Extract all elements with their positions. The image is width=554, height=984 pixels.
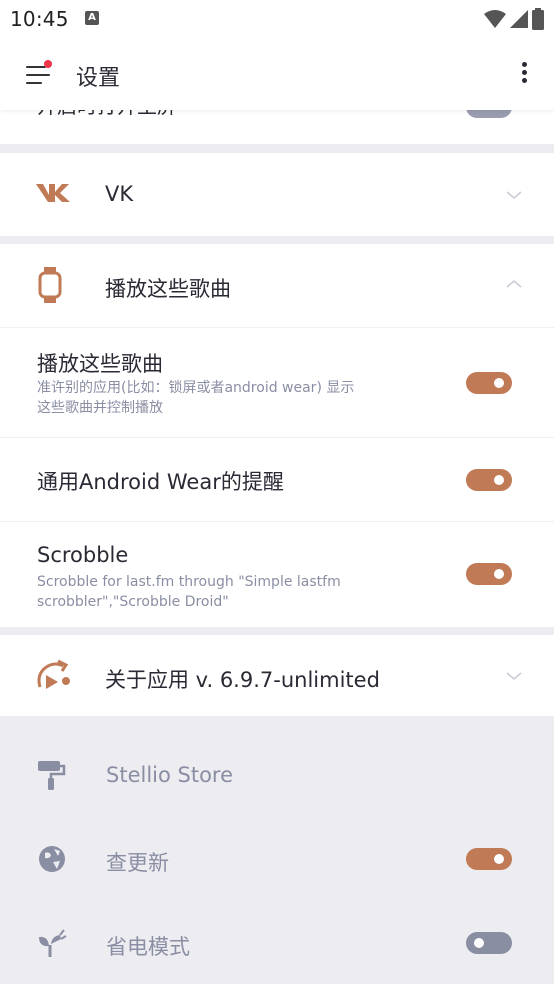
section-play-songs[interactable]: 播放这些歌曲: [0, 244, 554, 327]
list-item-stellio-store[interactable]: Stellio Store: [0, 733, 554, 817]
setting-subtitle: 准许别的应用(比如：锁屏或者android wear) 显示这些歌曲并控制播放: [37, 380, 355, 416]
section-play-songs-label: 播放这些歌曲: [105, 277, 231, 301]
menu-icon[interactable]: [22, 60, 52, 88]
divider: [0, 236, 554, 244]
divider: [0, 627, 554, 635]
setting-title: 通用Android Wear的提醒: [37, 470, 284, 494]
app-bar: 设置: [0, 38, 554, 110]
setting-title: 播放这些歌曲: [37, 352, 163, 376]
list-item-check-updates[interactable]: 查更新: [0, 817, 554, 901]
page-title: 设置: [76, 66, 121, 91]
status-time: 10:45: [10, 7, 69, 31]
chevron-up-icon: [506, 279, 522, 288]
android-wear-toggle[interactable]: [466, 469, 512, 491]
status-bar: 10:45 A: [0, 0, 554, 38]
power-saving-toggle[interactable]: [466, 932, 512, 954]
list-item-label: Stellio Store: [106, 763, 234, 787]
list-item-power-saving[interactable]: 省电模式: [0, 901, 554, 984]
section-about[interactable]: 关于应用 v. 6.9.7-unlimited: [0, 635, 554, 716]
wifi-icon: [484, 10, 506, 28]
eco-plug-icon: [39, 929, 67, 957]
paint-roller-icon: [38, 761, 66, 790]
a-letter-icon: A: [85, 11, 99, 25]
about-items: Stellio Store 查更新 省电模式: [0, 716, 554, 984]
signal-icon: [510, 10, 528, 28]
more-vertical-icon[interactable]: [520, 62, 528, 86]
section-vk[interactable]: VK: [0, 153, 554, 236]
vk-logo-icon: [36, 184, 70, 202]
list-item-label: 查更新: [106, 851, 169, 875]
globe-update-icon: [39, 846, 65, 872]
chevron-down-icon: [506, 191, 522, 200]
notification-dot: [44, 60, 52, 68]
scrobble-toggle[interactable]: [466, 563, 512, 585]
setting-row-scrobble[interactable]: Scrobble Scrobble for last.fm through "S…: [0, 521, 554, 627]
status-indicators: [484, 8, 544, 30]
setting-subtitle: Scrobble for last.fm through "Simple las…: [37, 574, 341, 610]
divider: [0, 144, 554, 153]
section-about-label: 关于应用 v. 6.9.7-unlimited: [105, 668, 380, 692]
about-app-icon: [37, 659, 70, 689]
battery-icon: [532, 8, 544, 30]
check-updates-toggle[interactable]: [466, 848, 512, 870]
play-songs-toggle[interactable]: [466, 372, 512, 394]
list-item-label: 省电模式: [106, 935, 190, 959]
section-vk-label: VK: [105, 182, 134, 206]
watch-icon: [38, 267, 62, 303]
chevron-down-icon: [506, 672, 522, 681]
setting-title: Scrobble: [37, 543, 129, 567]
setting-row-play-songs[interactable]: 播放这些歌曲 准许别的应用(比如：锁屏或者android wear) 显示这些歌…: [0, 327, 554, 437]
setting-row-android-wear[interactable]: 通用Android Wear的提醒: [0, 437, 554, 521]
